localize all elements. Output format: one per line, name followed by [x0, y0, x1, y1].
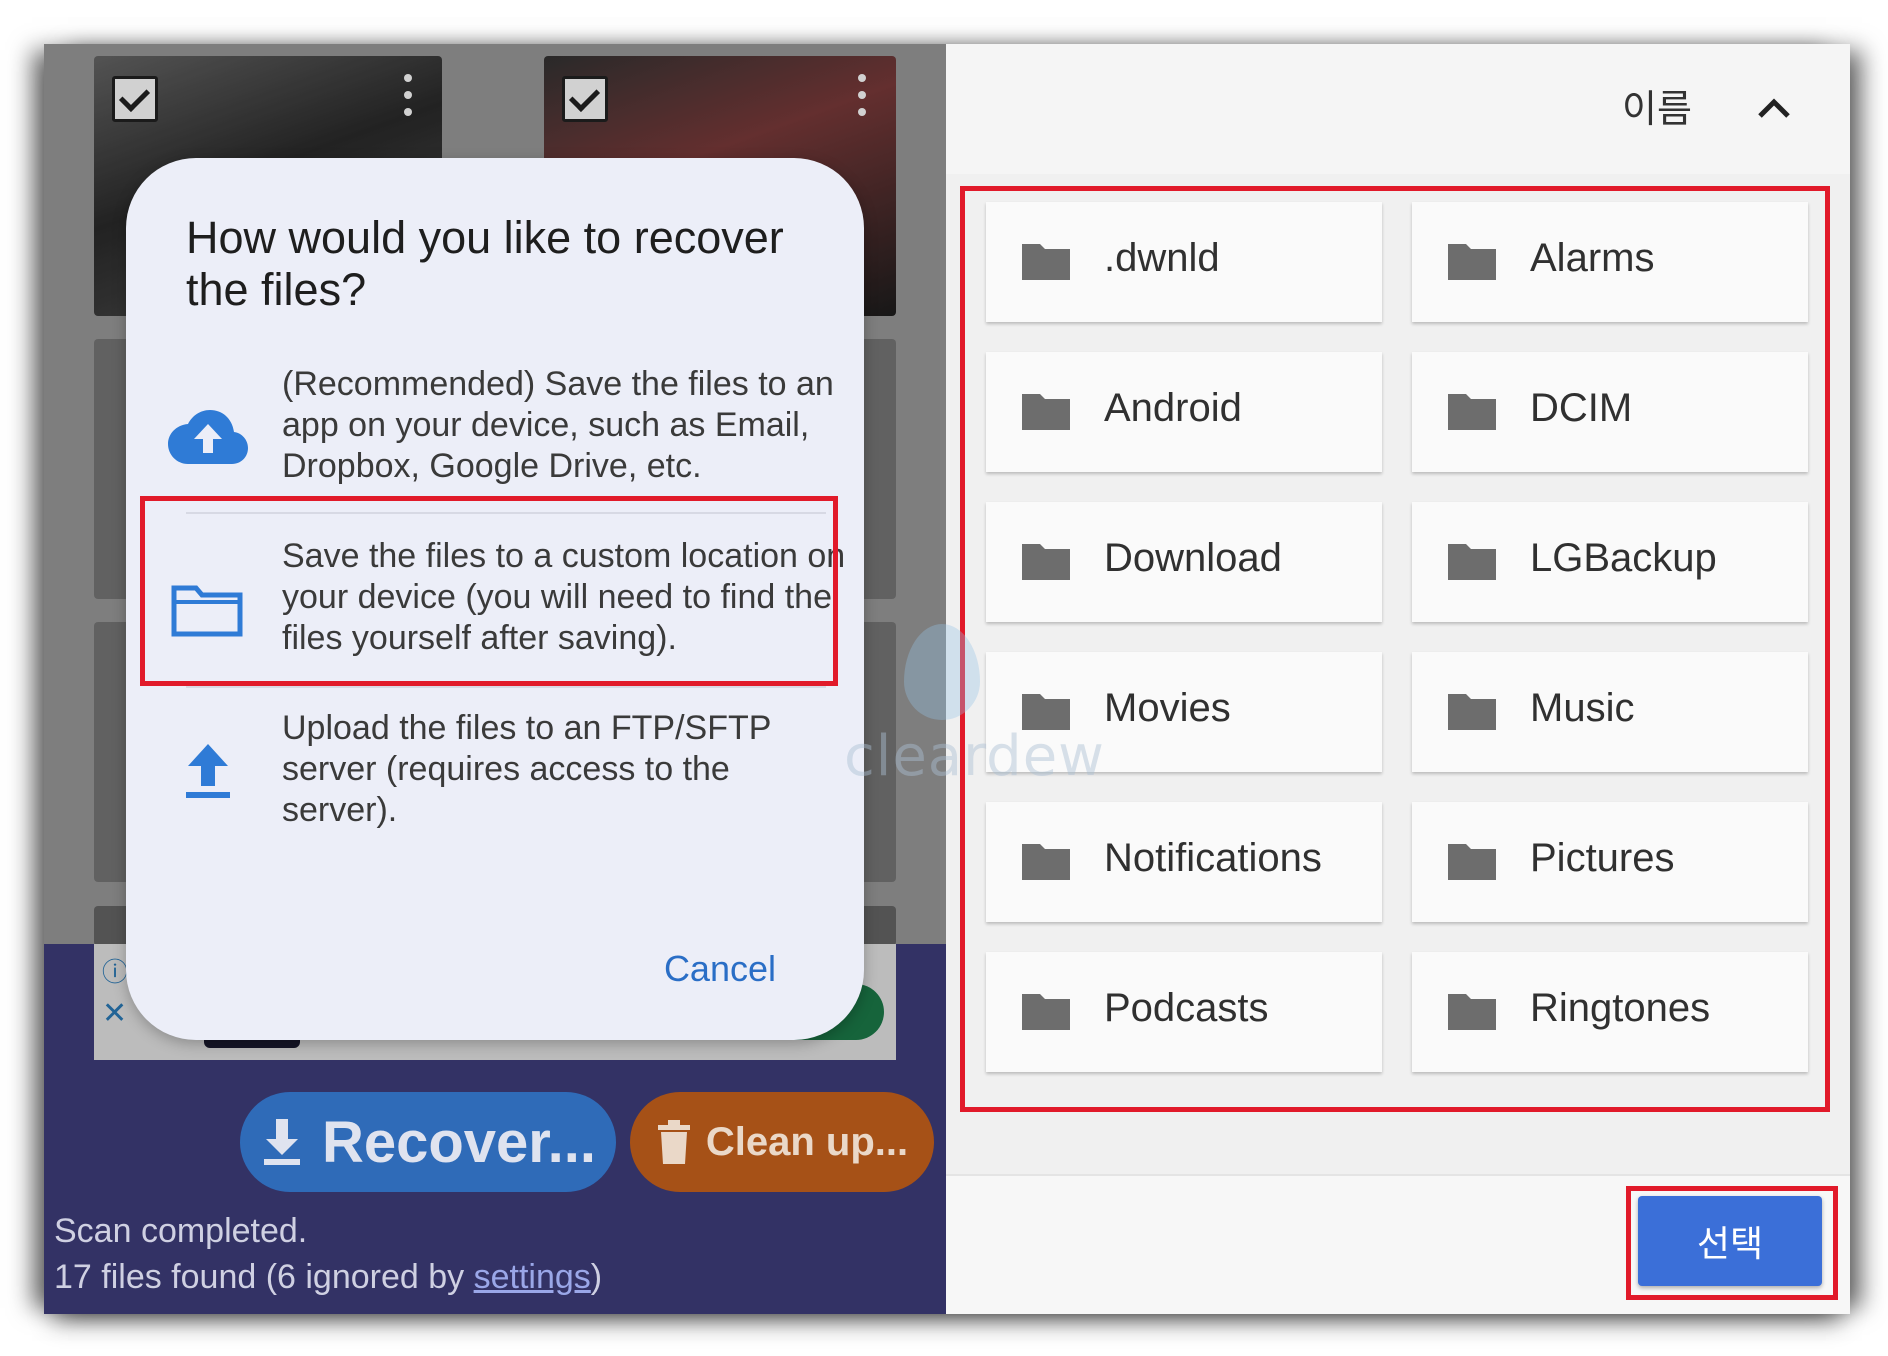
highlight-box: [140, 496, 838, 686]
highlight-box: [1626, 1186, 1838, 1300]
highlight-box: [960, 186, 1830, 1112]
scan-status: Scan completed.: [54, 1212, 308, 1250]
files-found-status: 17 files found (6 ignored by settings): [54, 1258, 603, 1296]
option-text: (Recommended) Save the files to an app o…: [282, 365, 834, 485]
info-icon[interactable]: ⓘ: [102, 952, 128, 989]
sort-by-name-label[interactable]: 이름: [1622, 78, 1692, 133]
more-options-icon[interactable]: [404, 74, 412, 118]
cleanup-button[interactable]: Clean up...: [630, 1092, 934, 1192]
more-options-icon[interactable]: [858, 74, 866, 118]
option-save-to-app[interactable]: (Recommended) Save the files to an app o…: [156, 364, 846, 504]
close-icon[interactable]: ✕: [102, 996, 127, 1031]
option-text: Upload the files to an FTP/SFTP server (…: [282, 709, 771, 829]
upload-icon: [186, 744, 230, 798]
download-icon: [263, 1119, 300, 1165]
recover-button[interactable]: Recover...: [240, 1092, 616, 1192]
screenshot-frame: ⓘ ✕ Recover... Clean up... Scan complete…: [44, 44, 1850, 1314]
picker-header: 이름: [946, 44, 1850, 176]
settings-link[interactable]: settings: [474, 1258, 591, 1296]
cleanup-label: Clean up...: [705, 1119, 909, 1164]
checkbox-checked-icon[interactable]: [112, 76, 158, 122]
dialog-title: How would you like to recover the files?: [186, 212, 784, 315]
recover-label: Recover...: [321, 1109, 597, 1175]
watermark-text: cleardew: [844, 724, 1105, 789]
folder-picker-panel: 이름 .dwnld Alarms Android DCIM Download LGBack…: [946, 44, 1850, 1314]
trash-icon: [657, 1120, 690, 1164]
option-upload-ftp[interactable]: Upload the files to an FTP/SFTP server (…: [156, 708, 846, 848]
cloud-upload-icon: [168, 410, 248, 464]
cancel-button[interactable]: Cancel: [664, 948, 776, 990]
recovery-app-panel: ⓘ ✕ Recover... Clean up... Scan complete…: [44, 44, 946, 1314]
divider: [186, 686, 826, 688]
chevron-up-icon[interactable]: [1754, 88, 1794, 128]
checkbox-checked-icon[interactable]: [562, 76, 608, 122]
